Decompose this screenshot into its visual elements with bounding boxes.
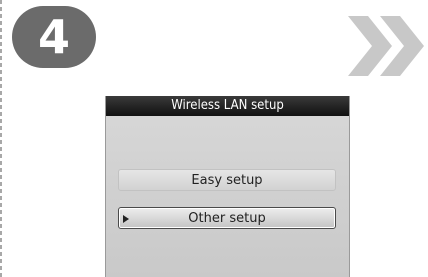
- printer-lcd-screen: Wireless LAN setup Easy setup Other setu…: [105, 96, 350, 277]
- easy-setup-button[interactable]: Easy setup: [118, 169, 336, 191]
- other-setup-button[interactable]: Other setup: [118, 207, 336, 229]
- selection-arrow-icon: [123, 215, 129, 223]
- step-number-badge: 4: [12, 6, 96, 68]
- chevron-right-icon: [348, 16, 392, 76]
- next-chevrons-icon: [348, 16, 424, 76]
- screen-title: Wireless LAN setup: [106, 96, 349, 116]
- dashed-divider: [0, 0, 2, 277]
- easy-setup-label: Easy setup: [191, 173, 263, 188]
- other-setup-label: Other setup: [188, 211, 266, 226]
